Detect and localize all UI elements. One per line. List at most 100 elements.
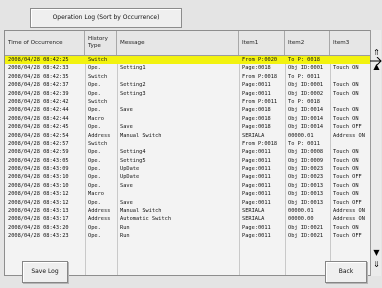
page-title: Operation Log (Sort by Occurrence): [30, 8, 182, 28]
table-row[interactable]: 2008/04/28 08:42:44 Ope. Save Page:0018 Obj …: [5, 106, 371, 114]
table-cell: Touch OFF: [333, 174, 362, 181]
table-cell: Obj ID:0001: [288, 65, 324, 72]
table-cell: Touch ON: [333, 90, 359, 97]
table-cell: 2008/04/28 08:42:35: [8, 73, 69, 80]
table-cell: Macro: [88, 115, 104, 122]
table-cell: Obj ID:0013: [288, 191, 324, 198]
table-cell: 2008/04/28 08:43:12: [8, 199, 69, 206]
table-cell: Setting5: [120, 157, 146, 164]
table-cell: Setting2: [120, 82, 146, 89]
table-cell: 2008/04/28 08:42:54: [8, 132, 69, 139]
table-cell: Ope.: [88, 182, 101, 189]
operation-log-table: Time of Occurrence History Type Message …: [4, 30, 372, 276]
table-row[interactable]: 2008/04/28 08:43:23 Ope. Run Page:0011 Obj I…: [5, 232, 371, 240]
table-cell: 2008/04/28 08:43:10: [8, 182, 69, 189]
column-header-history-type: History Type: [85, 31, 117, 55]
table-row[interactable]: 2008/04/28 08:42:57 Switch From P:0018 To P…: [5, 140, 371, 148]
table-cell: Page:0018: [242, 115, 271, 122]
table-cell: 2008/04/28 08:42:57: [8, 140, 69, 147]
table-cell: [333, 56, 371, 64]
table-cell: Page:0011: [242, 149, 271, 156]
page-down-icon[interactable]: ⇓: [372, 260, 381, 270]
column-header-time: Time of Occurrence: [5, 31, 85, 55]
table-row[interactable]: 2008/04/28 08:43:05 Ope. Setting5 Page:0011…: [5, 157, 371, 165]
table-cell: 00000.01: [288, 132, 314, 139]
table-cell: Touch ON: [333, 65, 359, 72]
table-cell: Obj ID:0013: [288, 182, 324, 189]
table-row[interactable]: 2008/04/28 08:43:12 Ope. Save Page:0011 Obj …: [5, 199, 371, 207]
table-row[interactable]: 2008/04/28 08:43:10 Ope. UpDate Page:0011 Ob…: [5, 173, 371, 181]
table-cell: Obj ID:0008: [288, 149, 324, 156]
table-row[interactable]: 2008/04/28 08:42:45 Ope. Save Page:0018 Obj …: [5, 123, 371, 131]
table-cell: Ope.: [88, 65, 101, 72]
table-cell: 2008/04/28 08:42:37: [8, 82, 69, 89]
table-cell: Page:0011: [242, 182, 271, 189]
table-cell: Touch ON: [333, 182, 359, 189]
table-cell: Page:0011: [242, 157, 271, 164]
table-cell: 2008/04/28 08:42:44: [8, 115, 69, 122]
table-row[interactable]: 2008/04/28 08:43:17 Address Automatic Swit…: [5, 215, 371, 223]
table-row[interactable]: 2008/04/28 08:43:10 Ope. Save Page:0011 Obj …: [5, 182, 371, 190]
table-cell: Page:0018: [242, 65, 271, 72]
table-row[interactable]: 2008/04/28 08:42:39 Ope. Setting3 Page:0011…: [5, 90, 371, 98]
column-header-item2: Item2: [285, 31, 330, 55]
table-cell: 2008/04/28 08:42:45: [8, 124, 69, 131]
table-row[interactable]: 2008/04/28 08:42:35 Switch From P:0018 To P…: [5, 73, 371, 81]
table-cell: SERIALA: [242, 208, 265, 215]
table-cell: Touch ON: [333, 191, 359, 198]
scrollbar[interactable]: ⇑ ▲ ▼ ⇓: [370, 30, 381, 276]
table-row[interactable]: 2008/04/28 08:42:25 Switch From P:0020 To P…: [5, 56, 371, 65]
table-cell: Ope.: [88, 82, 101, 89]
table-cell: Address: [88, 208, 111, 215]
table-cell: Ope.: [88, 124, 101, 131]
table-cell: Ope.: [88, 166, 101, 173]
table-cell: Save: [120, 182, 133, 189]
table-cell: 2008/04/28 08:43:12: [8, 191, 69, 198]
table-row[interactable]: 2008/04/28 08:42:59 Ope. Setting4 Page:0011…: [5, 148, 371, 156]
table-row[interactable]: 2008/04/28 08:42:33 Ope. Setting1 Page:0018…: [5, 64, 371, 72]
table-cell: To P: 0018: [288, 98, 320, 105]
table-row[interactable]: 2008/04/28 08:42:44 Macro Page:0018 Obj ID:…: [5, 115, 371, 123]
table-cell: 00000.01: [288, 208, 314, 215]
table-cell: Touch OFF: [333, 233, 362, 240]
table-cell: Obj ID:0021: [288, 233, 324, 240]
table-cell: Ope.: [88, 157, 101, 164]
table-cell: [120, 190, 238, 198]
table-row[interactable]: 2008/04/28 08:43:13 Address Manual Switch S…: [5, 207, 371, 215]
table-cell: Run: [120, 224, 130, 231]
table-cell: Manual Switch: [120, 132, 162, 139]
table-cell: Touch ON: [333, 224, 359, 231]
table-cell: Manual Switch: [120, 208, 162, 215]
table-cell: Page:0011: [242, 191, 271, 198]
table-row[interactable]: 2008/04/28 08:43:20 Ope. Run Page:0011 Obj I…: [5, 224, 371, 232]
table-cell: [333, 140, 371, 148]
table-cell: Page:0011: [242, 199, 271, 206]
table-cell: 2008/04/28 08:43:09: [8, 166, 69, 173]
table-row[interactable]: 2008/04/28 08:43:12 Macro Page:0011 Obj ID:…: [5, 190, 371, 198]
table-cell: 2008/04/28 08:42:39: [8, 90, 69, 97]
table-cell: [120, 98, 238, 106]
table-cell: SERIALA: [242, 132, 265, 139]
table-row[interactable]: 2008/04/28 08:43:09 Ope. UpDate Page:0011 Ob…: [5, 165, 371, 173]
table-cell: Setting4: [120, 149, 146, 156]
table-cell: [120, 73, 238, 81]
back-button[interactable]: Back: [325, 261, 367, 283]
table-row[interactable]: 2008/04/28 08:42:54 Address Manual Switch S…: [5, 132, 371, 140]
table-row[interactable]: 2008/04/28 08:42:37 Ope. Setting2 Page:0011…: [5, 81, 371, 89]
table-cell: 2008/04/28 08:42:42: [8, 98, 69, 105]
table-cell: Automatic Switch: [120, 216, 172, 223]
table-cell: UpDate: [120, 174, 140, 181]
table-cell: Page:0011: [242, 82, 271, 89]
table-cell: Page:0018: [242, 124, 271, 131]
table-cell: To P: 0011: [288, 140, 320, 147]
table-cell: Touch ON: [333, 107, 359, 114]
column-header-item1: Item1: [239, 31, 285, 55]
table-row[interactable]: 2008/04/28 08:42:42 Switch From P:0011 To P…: [5, 98, 371, 106]
table-cell: Touch ON: [333, 157, 359, 164]
table-cell: 2008/04/28 08:43:10: [8, 174, 69, 181]
scroll-down-icon[interactable]: ▼: [372, 248, 381, 258]
table-cell: Page:0011: [242, 166, 271, 173]
table-cell: Address ON: [333, 132, 365, 139]
save-log-button[interactable]: Save Log: [22, 261, 68, 283]
table-cell: 2008/04/28 08:43:23: [8, 233, 69, 240]
